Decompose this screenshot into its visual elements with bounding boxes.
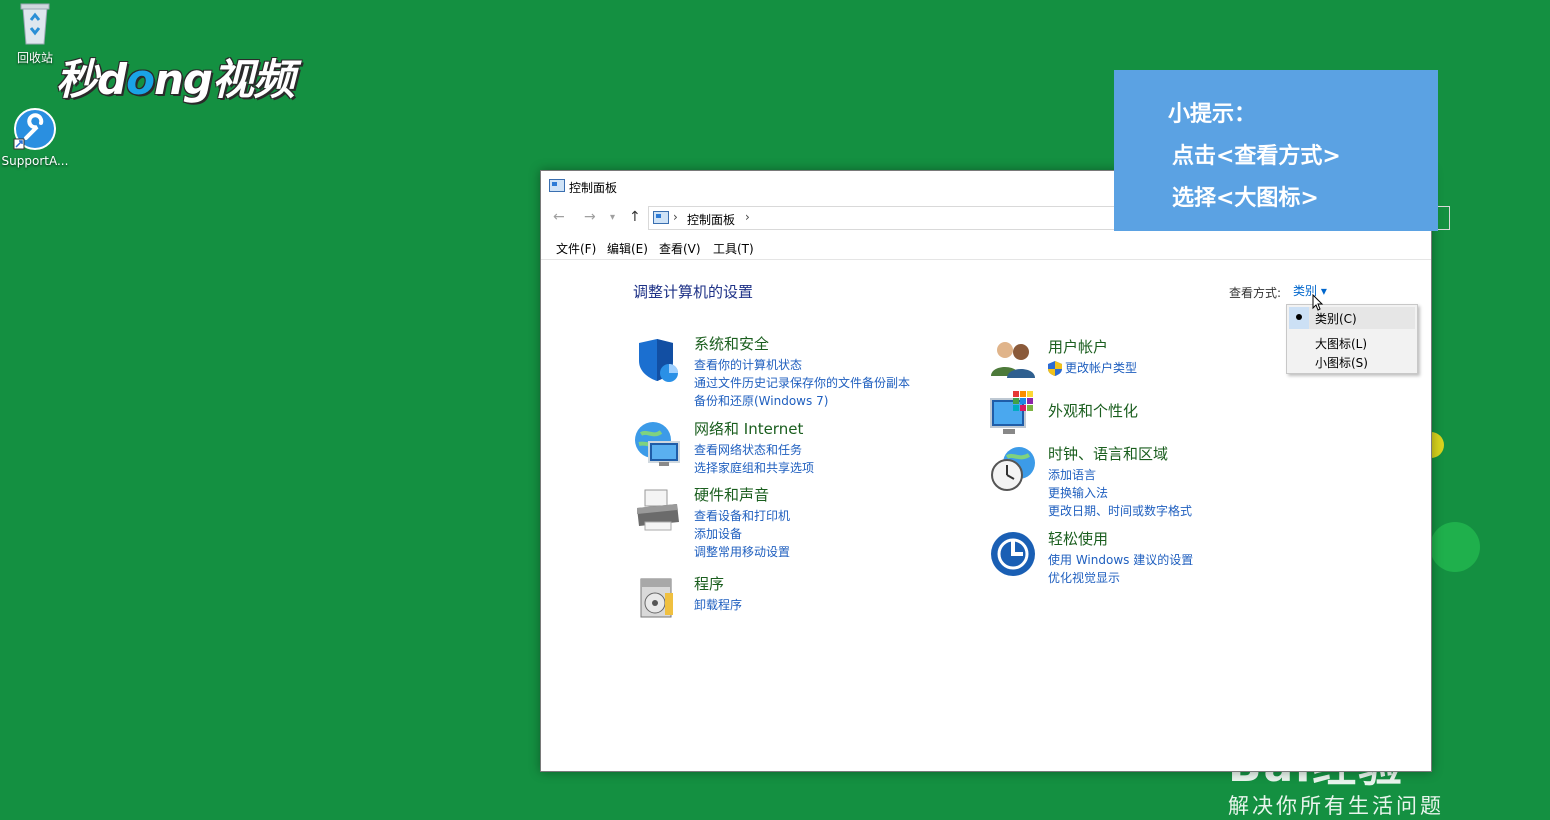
category-link[interactable]: 更换输入法 [1048, 487, 1192, 500]
appearance-icon [990, 391, 1033, 434]
category-title[interactable]: 轻松使用 [1048, 528, 1193, 549]
tip-line: 小提示： [1168, 102, 1257, 127]
menu-view[interactable]: 查看(V) [659, 240, 701, 257]
menu-tools[interactable]: 工具(T) [713, 240, 754, 257]
category-link[interactable]: 查看你的计算机状态 [694, 359, 910, 372]
category-link[interactable]: 调整常用移动设置 [694, 546, 790, 559]
category-link[interactable]: 备份和还原(Windows 7) [694, 395, 910, 408]
up-arrow-icon[interactable]: ↑ [629, 209, 641, 225]
category-title[interactable]: 系统和安全 [694, 333, 910, 354]
recycle-bin-icon [20, 3, 50, 45]
control-panel-icon [549, 179, 565, 192]
menu-item-category[interactable]: 类别(C) [1315, 310, 1357, 327]
clock-globe-icon [991, 447, 1035, 491]
logo-text: ng视频 [153, 55, 295, 104]
category-link[interactable]: 选择家庭组和共享选项 [694, 462, 814, 475]
page-title: 调整计算机的设置 [633, 283, 754, 301]
control-panel-window: 控制面板 ← → ▾ ↑ › 控制面板 › 文件(F) 编辑(E) 查看(V) … [540, 170, 1450, 772]
users-icon [991, 342, 1035, 378]
category-link-label: 更改帐户类型 [1065, 361, 1138, 375]
category-link[interactable]: 优化视觉显示 [1048, 572, 1193, 585]
view-by-menu: 类别(C) 大图标(L) 小图标(S) [1286, 304, 1418, 374]
breadcrumb-control-panel[interactable]: 控制面板 [687, 211, 735, 228]
category-link[interactable]: 添加语言 [1048, 469, 1192, 482]
tip-line: 点击<查看方式> [1172, 144, 1341, 169]
menu-item-large-icons[interactable]: 大图标(L) [1315, 335, 1367, 352]
mouse-cursor-icon [1312, 294, 1324, 311]
category-link[interactable]: 更改日期、时间或数字格式 [1048, 505, 1192, 518]
category-link[interactable]: 更改帐户类型 [1048, 361, 1138, 376]
control-panel-icon [653, 211, 669, 224]
chevron-right-icon[interactable]: › [745, 210, 750, 224]
shield-icon [639, 339, 678, 382]
category-title[interactable]: 时钟、语言和区域 [1048, 443, 1192, 464]
radio-bullet-icon [1296, 314, 1302, 320]
desktop-icon-label: SupportA... [1, 154, 69, 168]
printer-icon [637, 489, 679, 531]
category-title[interactable]: 外观和个性化 [1048, 400, 1138, 421]
menu-file[interactable]: 文件(F) [556, 240, 596, 257]
category-title[interactable]: 网络和 Internet [694, 418, 814, 439]
menu-bar: 文件(F) 编辑(E) 查看(V) 工具(T) [541, 235, 1431, 260]
category-link[interactable]: 查看设备和打印机 [694, 510, 790, 523]
recent-dropdown-icon[interactable]: ▾ [610, 212, 615, 223]
video-logo: 秒dong视频 [56, 46, 295, 107]
logo-text: 秒d [56, 55, 127, 104]
baidu-slogan: 解决你所有生活问题 [1228, 794, 1444, 818]
category-link[interactable]: 使用 Windows 建议的设置 [1048, 554, 1193, 567]
menu-item-small-icons[interactable]: 小图标(S) [1315, 354, 1368, 371]
category-title[interactable]: 硬件和声音 [694, 484, 790, 505]
category-title[interactable]: 程序 [694, 573, 742, 594]
ease-of-access-icon [991, 532, 1035, 576]
category-link[interactable]: 卸载程序 [694, 599, 742, 612]
network-globe-icon [635, 422, 680, 466]
category-link[interactable]: 添加设备 [694, 528, 790, 541]
wrench-icon [13, 108, 56, 150]
chevron-right-icon: › [673, 210, 678, 224]
tip-line: 选择<大图标> [1172, 186, 1319, 211]
window-title: 控制面板 [569, 181, 618, 195]
menu-edit[interactable]: 编辑(E) [607, 240, 648, 257]
logo-play-icon: o [126, 55, 155, 104]
background-decoration [1430, 522, 1480, 572]
tip-box: 小提示： 点击<查看方式> 选择<大图标> [1114, 70, 1438, 231]
uac-shield-icon [1048, 361, 1062, 376]
forward-arrow-icon[interactable]: → [584, 209, 596, 225]
back-arrow-icon[interactable]: ← [553, 209, 565, 225]
category-title[interactable]: 用户帐户 [1048, 336, 1137, 357]
desktop-icon-support[interactable]: SupportA... [0, 107, 70, 168]
category-link[interactable]: 查看网络状态和任务 [694, 444, 814, 457]
category-link[interactable]: 通过文件历史记录保存你的文件备份副本 [694, 377, 910, 390]
view-by-label: 查看方式: [1229, 286, 1282, 300]
programs-icon [640, 578, 673, 618]
